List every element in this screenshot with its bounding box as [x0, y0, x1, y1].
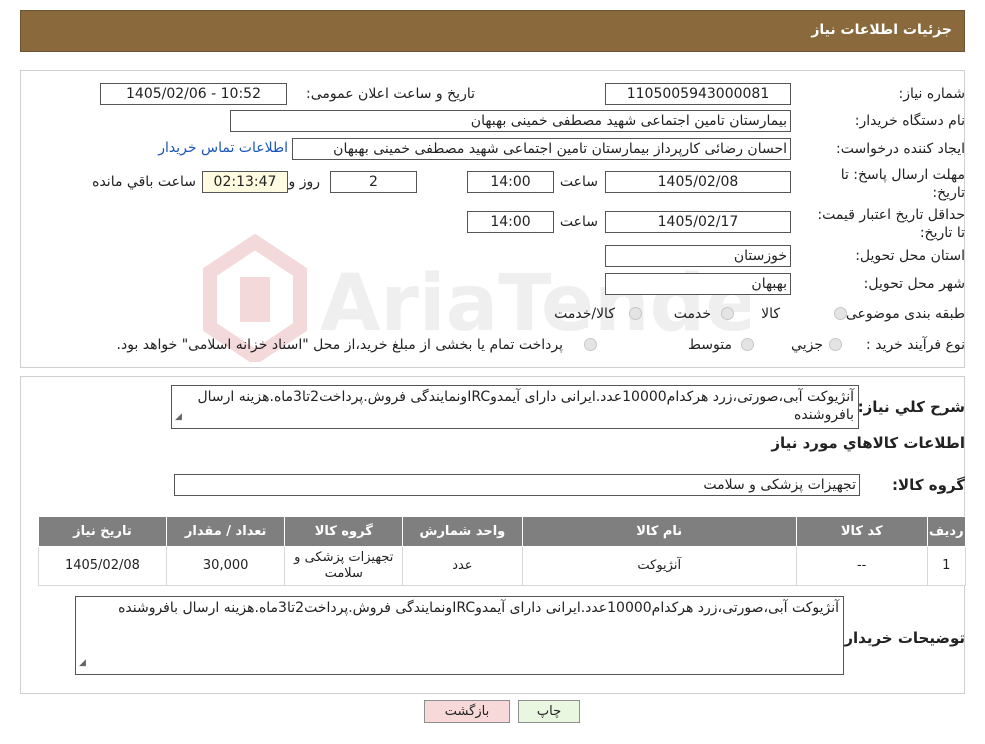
process-option-minor: جزیي: [791, 337, 823, 353]
buyer-desc-text: آنژیوکت آبی،صورتی،زرد هرکدام10000عدد.ایر…: [118, 600, 839, 616]
resize-grip-icon[interactable]: ◢: [79, 654, 86, 672]
table-row: 1 -- آنژیوکت عدد تجهیزات پزشکی و سلامت 3…: [38, 546, 967, 586]
goods-table: رديف کد کالا نام کالا واحد شمارش گروه کا…: [38, 516, 967, 586]
process-radio-minor[interactable]: [829, 338, 842, 351]
creator-label: ایجاد کننده درخواست:: [836, 141, 965, 157]
goods-table-wrapper: رديف کد کالا نام کالا واحد شمارش گروه کا…: [38, 516, 967, 586]
category-radio-service[interactable]: [721, 307, 734, 320]
goods-table-header: رديف کد کالا نام کالا واحد شمارش گروه کا…: [38, 516, 967, 547]
page-header: جزئیات اطلاعات نیاز: [20, 10, 965, 52]
need-number-label: شماره نیاز:: [898, 86, 966, 102]
buyer-contact-link[interactable]: اطلاعات تماس خریدار: [158, 140, 288, 156]
col-header-row-no: رديف: [926, 516, 967, 547]
reply-deadline-label: مهلت ارسال پاسخ: تا تاریخ:: [840, 167, 965, 201]
cell-item-code: --: [795, 546, 928, 586]
buyer-org-label: نام دستگاه خریدار:: [854, 113, 965, 129]
creator-field: احسان رضائی کارپرداز بیمارستان تامین اجت…: [292, 138, 791, 160]
col-header-unit: واحد شمارش: [402, 516, 523, 547]
col-header-item-code: کد کالا: [795, 516, 928, 547]
price-validity-label: حداقل تاریخ اعتبار قیمت: تا تاریخ:: [817, 207, 965, 241]
reply-time-field: 14:00: [467, 171, 554, 193]
price-validity-time-field: 14:00: [467, 211, 554, 233]
cell-row-no: 1: [926, 546, 967, 586]
reply-time-label: ساعت: [559, 174, 598, 190]
cell-item-name: آنژیوکت: [521, 546, 797, 586]
reply-date-field: 1405/02/08: [605, 171, 791, 193]
category-option-goods: کالا: [761, 306, 780, 322]
province-field: خوزستان: [605, 245, 791, 267]
city-label: شهر محل تحویل:: [863, 276, 965, 292]
col-header-item-name: نام کالا: [521, 516, 797, 547]
page-title: جزئیات اطلاعات نیاز: [811, 22, 952, 38]
process-note: پرداخت تمام یا بخشی از مبلغ خرید،از محل …: [116, 337, 563, 353]
process-radio-medium[interactable]: [741, 338, 754, 351]
days-remaining-field: 2: [330, 171, 417, 193]
summary-label: شرح کلي نياز:: [857, 398, 965, 416]
buyer-desc-label: توضیحات خریدار:: [838, 629, 965, 647]
category-option-service: خدمت: [673, 306, 711, 322]
city-field: بهبهان: [605, 273, 791, 295]
process-type-label: نوع فرآیند خرید :: [866, 337, 965, 353]
need-number-field: 1105005943000081: [605, 83, 791, 105]
goods-section-title: اطلاعات کالاهاي مورد نياز: [771, 434, 965, 452]
category-radio-goods[interactable]: [834, 307, 847, 320]
announce-date-label: تاریخ و ساعت اعلان عمومی:: [306, 86, 475, 102]
buyer-org-field: بیمارستان تامین اجتماعی شهید مصطفی خمینی…: [230, 110, 791, 132]
process-option-medium: متوسط: [688, 337, 732, 353]
category-radio-goods-service[interactable]: [629, 307, 642, 320]
category-label: طبقه بندی موضوعی:: [841, 306, 965, 322]
cell-group: تجهیزات پزشکی و سلامت: [284, 546, 404, 586]
col-header-need-date: تاريخ نياز: [38, 516, 167, 547]
col-header-group: گروه کالا: [284, 516, 404, 547]
print-button[interactable]: چاپ: [518, 700, 580, 723]
cell-unit: عدد: [402, 546, 523, 586]
remaining-time-label: ساعت باقي مانده: [92, 174, 196, 190]
cell-need-date: 1405/02/08: [38, 546, 167, 586]
province-label: استان محل تحویل:: [855, 248, 965, 264]
cell-quantity: 30,000: [165, 546, 286, 586]
resize-grip-icon[interactable]: ◢: [175, 408, 182, 426]
days-label: روز و: [288, 174, 321, 190]
back-button[interactable]: بازگشت: [424, 700, 510, 723]
announce-date-field: 1405/02/06 - 10:52: [100, 83, 287, 105]
col-header-quantity: تعداد / مقدار: [165, 516, 286, 547]
price-validity-time-label: ساعت: [559, 214, 598, 230]
remaining-time-field: 02:13:47: [202, 171, 288, 193]
process-radio-treasury[interactable]: [584, 338, 597, 351]
buyer-desc-textarea[interactable]: آنژیوکت آبی،صورتی،زرد هرکدام10000عدد.ایر…: [75, 596, 844, 675]
category-option-goods-service: کالا/خدمت: [554, 306, 615, 322]
goods-group-field: تجهیزات پزشکی و سلامت: [174, 474, 860, 496]
goods-group-label: گروه کالا:: [892, 476, 965, 494]
summary-text: آنژیوکت آبی،صورتی،زرد هرکدام10000عدد.ایر…: [197, 389, 854, 423]
price-validity-date-field: 1405/02/17: [605, 211, 791, 233]
summary-textarea[interactable]: آنژیوکت آبی،صورتی،زرد هرکدام10000عدد.ایر…: [171, 385, 859, 429]
